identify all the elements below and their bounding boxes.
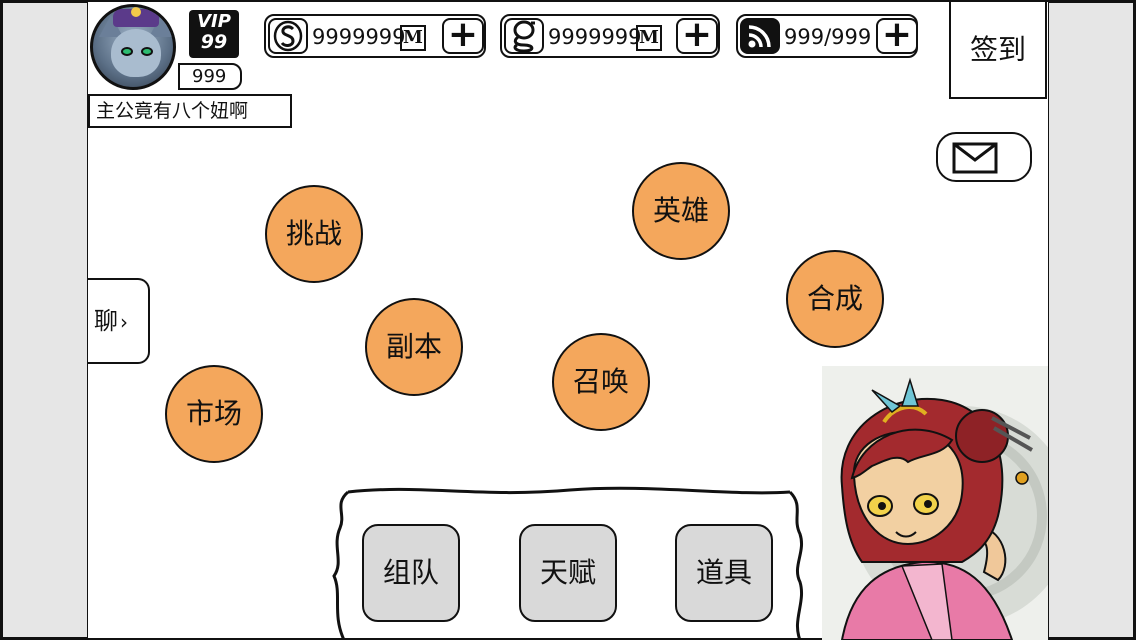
gold-value: 9999999	[548, 25, 642, 49]
left-gutter	[0, 0, 90, 640]
avatar-eye-right	[141, 47, 153, 56]
market-button[interactable]: 市场	[165, 365, 263, 463]
heroes-button[interactable]: 英雄	[632, 162, 730, 260]
silver-coin-icon	[268, 18, 308, 54]
player-nickname: 主公竟有八个妞啊	[88, 94, 292, 128]
talent-button[interactable]: 天赋	[519, 524, 617, 622]
gold-coin-icon	[504, 18, 544, 54]
vip-badge[interactable]: VIP 99	[189, 10, 239, 58]
right-gutter	[1046, 0, 1136, 640]
summon-button[interactable]: 召唤	[552, 333, 650, 431]
vip-level: 99	[200, 31, 228, 53]
items-button[interactable]: 道具	[675, 524, 773, 622]
mail-button[interactable]	[936, 132, 1032, 182]
dungeon-button[interactable]: 副本	[365, 298, 463, 396]
stamina-value: 999/999	[784, 25, 872, 49]
silver-coin-glyph	[273, 20, 303, 52]
player-avatar[interactable]	[90, 4, 176, 90]
avatar-jewel	[131, 7, 141, 17]
gold-coin-glyph	[513, 20, 535, 53]
signin-button[interactable]: 签到	[949, 0, 1047, 99]
challenge-button[interactable]: 挑战	[265, 185, 363, 283]
character-illustration	[840, 377, 1048, 640]
envelope-icon	[952, 142, 998, 174]
gold-unit-mark: M	[636, 25, 662, 51]
silver-unit-mark: M	[400, 25, 426, 51]
resource-bar-gold: 9999999 M +	[500, 14, 720, 58]
team-button[interactable]: 组队	[362, 524, 460, 622]
add-stamina-button[interactable]: +	[876, 17, 918, 54]
chat-label: 聊	[94, 307, 118, 335]
vip-label: VIP	[197, 11, 231, 32]
add-gold-button[interactable]: +	[676, 17, 718, 54]
add-silver-button[interactable]: +	[442, 17, 484, 54]
stamina-icon	[740, 18, 780, 54]
synthesis-button[interactable]: 合成	[786, 250, 884, 348]
avatar-eye-left	[121, 47, 133, 56]
chat-tab[interactable]: 聊 ›	[88, 278, 150, 364]
resource-bar-silver: 9999999 M +	[264, 14, 486, 58]
silver-value: 9999999	[312, 25, 406, 49]
chevron-right-icon: ›	[120, 310, 128, 334]
character-portrait	[822, 366, 1048, 640]
stamina-glyph	[748, 25, 771, 48]
avatar-face	[111, 29, 161, 77]
resource-bar-stamina: 999/999 +	[736, 14, 918, 58]
player-level: 999	[178, 63, 242, 90]
